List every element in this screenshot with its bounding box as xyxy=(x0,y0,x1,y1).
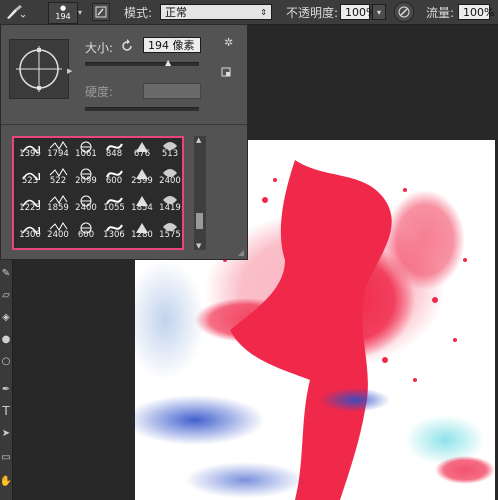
brush-preset-size: 1300 xyxy=(19,230,41,240)
paint-bucket-icon[interactable]: ◈ xyxy=(0,308,12,326)
brush-preset-item[interactable]: 2400 xyxy=(44,220,72,240)
scroll-thumb[interactable] xyxy=(196,213,203,229)
brush-preset-item[interactable]: 600 xyxy=(100,166,128,186)
opacity-dropdown[interactable]: ▾ xyxy=(372,2,386,22)
brush-preset-size: 1055 xyxy=(103,203,125,213)
brush-preset-item[interactable]: 1223 xyxy=(16,193,44,213)
opacity-input[interactable]: 100% xyxy=(340,2,376,22)
size-label: 大小: xyxy=(85,41,114,55)
flow-label: 流量: xyxy=(426,5,455,20)
brush-preset-item[interactable]: 1061 xyxy=(72,139,100,159)
gear-icon[interactable]: ✲ xyxy=(224,36,233,49)
hardness-label: 硬度: xyxy=(85,85,114,99)
brush-preset-size: 1306 xyxy=(103,230,125,240)
brush-preset-picker: ▶ 大小: 194 像素 ✲ ▲ 硬度: 1399 1794 1061 848 676 5… xyxy=(0,24,248,260)
brush-preset-size: 513 xyxy=(161,149,179,159)
brush-preset-size: 1575 xyxy=(159,230,181,240)
brush-preset-item[interactable]: 1794 xyxy=(44,139,72,159)
brush-preset-size: 523 xyxy=(21,176,39,186)
brush-preset-item[interactable]: 1419 xyxy=(156,193,182,213)
scroll-down-icon[interactable]: ▼ xyxy=(196,242,201,250)
brush-preset-item[interactable]: 2400 xyxy=(72,193,100,213)
rectangle-tool-icon[interactable]: ▭ xyxy=(0,448,12,466)
brush-preset-item[interactable]: 1859 xyxy=(44,193,72,213)
size-slider[interactable] xyxy=(85,62,199,66)
brush-preset-size: 2400 xyxy=(75,203,97,213)
hardness-input[interactable] xyxy=(143,83,201,99)
brush-tool-icon[interactable] xyxy=(4,2,26,22)
divider xyxy=(1,124,247,125)
brush-preset-size: 1419 xyxy=(159,203,181,213)
new-preset-icon[interactable] xyxy=(221,62,231,81)
brush-preset-size: 1223 xyxy=(19,203,41,213)
mode-select[interactable]: 正常 ⇕ xyxy=(160,2,272,22)
size-slider-handle[interactable]: ▲ xyxy=(165,58,171,67)
brush-preset-size: 676 xyxy=(133,149,151,159)
brush-preset-item[interactable]: 2099 xyxy=(72,166,100,186)
brush-preset-size: 1794 xyxy=(47,149,69,159)
hand-tool-icon[interactable]: ✋ xyxy=(0,472,12,490)
brush-preset-size: 2400 xyxy=(159,176,181,186)
brush-preset-item[interactable]: 2399 xyxy=(128,166,156,186)
brush-size-picker[interactable]: ● 194 xyxy=(48,2,78,24)
dodge-tool-icon[interactable]: ○ xyxy=(0,352,12,370)
brush-preset-item[interactable]: 1306 xyxy=(100,220,128,240)
brush-preset-size: 1280 xyxy=(131,230,153,240)
size-input[interactable]: 194 像素 xyxy=(143,37,201,53)
preview-arrow-icon: ▶ xyxy=(67,67,73,75)
scroll-up-icon[interactable]: ▲ xyxy=(196,136,201,144)
brush-preset-item[interactable]: 1280 xyxy=(128,220,156,240)
brush-size-value: 194 xyxy=(55,12,71,21)
brush-preset-size: 600 xyxy=(105,176,123,186)
resize-grip-icon[interactable]: ◢ xyxy=(238,248,244,257)
brush-preset-size: 600 xyxy=(77,230,95,240)
brush-preset-grid: 1399 1794 1061 848 676 513 523 522 2099 600 2399 24… xyxy=(12,136,184,250)
select-arrows-icon: ⇕ xyxy=(260,8,267,17)
brush-preset-item[interactable]: 1854 xyxy=(128,193,156,213)
brush-preset-size: 848 xyxy=(105,149,123,159)
type-tool-icon[interactable]: T xyxy=(0,402,12,420)
mode-label: 模式: xyxy=(124,5,153,20)
pen-tool-icon[interactable]: ✒ xyxy=(0,380,12,398)
brush-preset-icon[interactable] xyxy=(92,2,110,22)
brush-preset-item[interactable]: 523 xyxy=(16,166,44,186)
brush-preset-size: 2399 xyxy=(131,176,153,186)
brush-preset-size: 522 xyxy=(49,176,67,186)
brush-preset-item[interactable]: 600 xyxy=(72,220,100,240)
blur-tool-icon[interactable]: ● xyxy=(0,330,12,348)
brush-list-scrollbar[interactable]: ▲ ▼ xyxy=(194,136,206,250)
chevron-down-icon[interactable]: ▾ xyxy=(78,2,82,22)
brush-preset-item[interactable]: 1300 xyxy=(16,220,44,240)
brush-preset-size: 2400 xyxy=(47,230,69,240)
brush-preset-size: 1859 xyxy=(47,203,69,213)
brush-preset-size: 1399 xyxy=(19,149,41,159)
reset-icon[interactable] xyxy=(120,38,134,57)
opacity-label: 不透明度: xyxy=(286,5,339,20)
eraser-tool-icon[interactable]: ▱ xyxy=(0,286,12,304)
brush-preset-item[interactable]: 848 xyxy=(100,139,128,159)
flow-input[interactable]: 100% xyxy=(458,2,494,22)
brush-preset-item[interactable]: 1575 xyxy=(156,220,182,240)
brush-preset-item[interactable]: 1399 xyxy=(16,139,44,159)
brush-preset-item[interactable]: 513 xyxy=(156,139,182,159)
brush-preset-item[interactable]: 522 xyxy=(44,166,72,186)
pressure-opacity-icon[interactable] xyxy=(394,2,414,22)
brush-preset-size: 1061 xyxy=(75,149,97,159)
path-selection-icon[interactable]: ➤ xyxy=(0,424,12,442)
brush-preset-size: 1854 xyxy=(131,203,153,213)
options-bar: ● 194 ▾ 模式: 正常 ⇕ 不透明度: 100% ▾ 流量: 100% xyxy=(0,0,498,25)
brush-tip-dot: ● xyxy=(59,4,67,12)
brush-preset-size: 2099 xyxy=(75,176,97,186)
mode-value: 正常 xyxy=(165,6,187,19)
hardness-slider[interactable] xyxy=(85,107,199,111)
brush-preset-item[interactable]: 676 xyxy=(128,139,156,159)
brush-tip-preview[interactable] xyxy=(9,39,69,99)
brush-preset-item[interactable]: 1055 xyxy=(100,193,128,213)
brush-preset-item[interactable]: 2400 xyxy=(156,166,182,186)
brush-tool-icon[interactable]: ✎ xyxy=(0,264,12,282)
